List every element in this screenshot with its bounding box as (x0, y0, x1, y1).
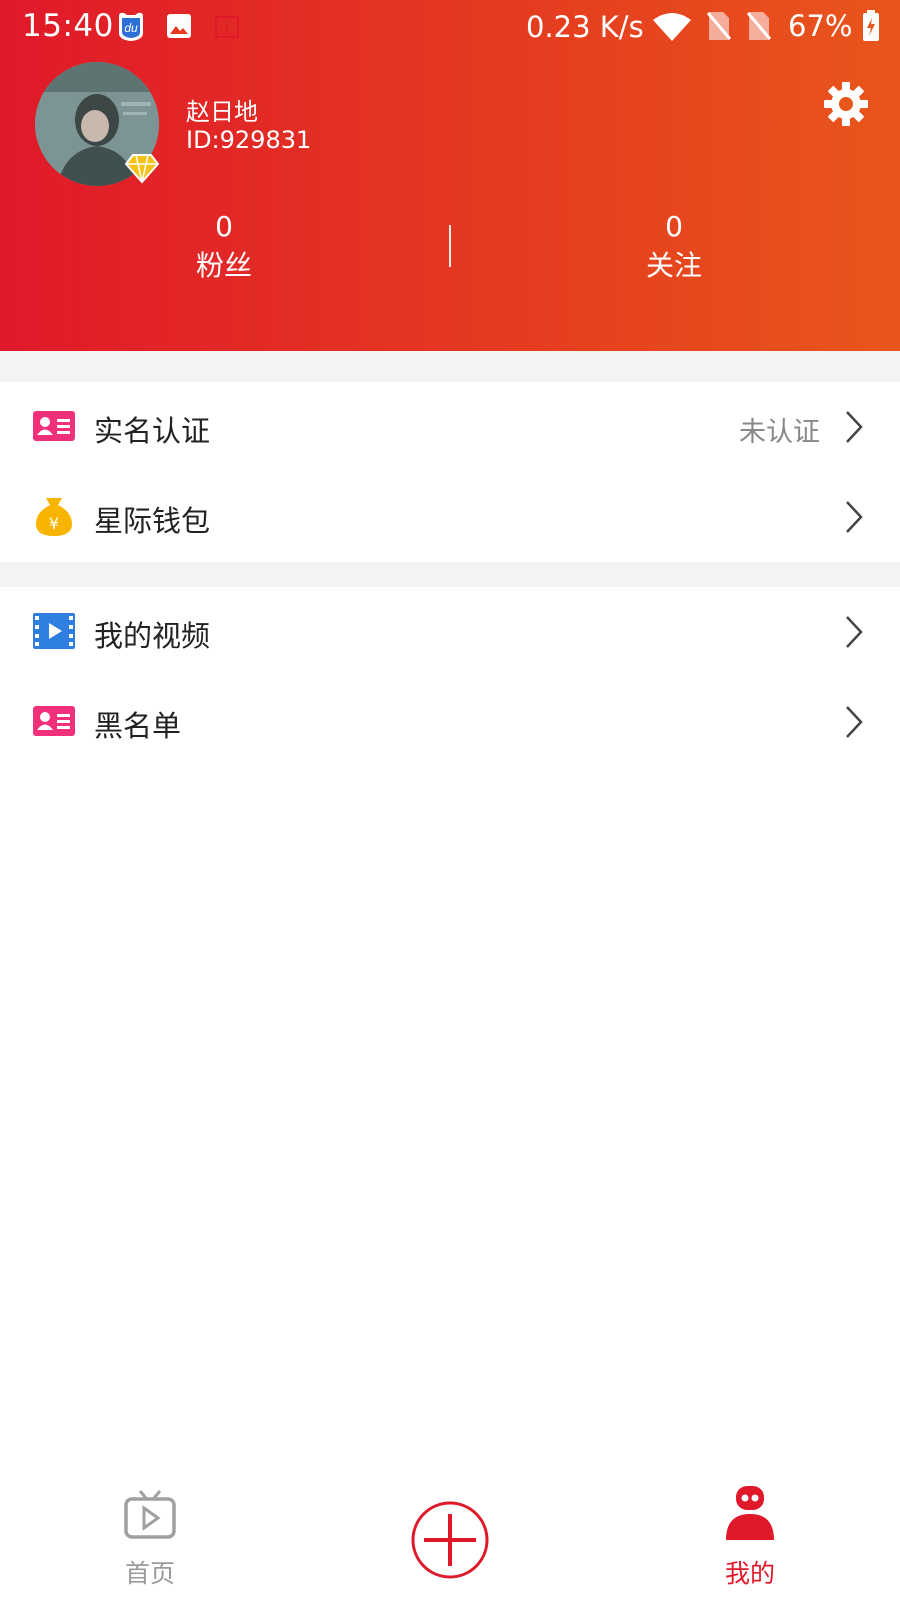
svg-text:¥: ¥ (49, 514, 59, 533)
chevron-right-icon (844, 705, 864, 739)
tab-mine[interactable]: 我的 (670, 1480, 830, 1600)
money-bag-icon: ¥ (32, 494, 76, 538)
no-sim-icon-2 (746, 11, 772, 45)
vip-diamond-icon (124, 152, 160, 188)
tab-mine-label: 我的 (724, 1559, 775, 1588)
fans-count: 0 (215, 210, 233, 243)
baidu-app-icon: du (114, 9, 148, 47)
tab-home-label: 首页 (124, 1559, 175, 1588)
tv-play-icon (122, 1488, 178, 1548)
user-id: ID:929831 (186, 126, 312, 154)
following-count: 0 (665, 210, 683, 243)
verification-status: 未认证 (739, 417, 820, 448)
network-speed: 0.23 K/s (526, 10, 644, 44)
robot-icon (722, 1484, 778, 1548)
chevron-right-icon (844, 500, 864, 534)
video-icon (32, 609, 76, 653)
section-gap-2 (0, 562, 900, 587)
status-time: 15:40 (22, 8, 114, 44)
menu-label: 星际钱包 (94, 504, 211, 538)
chevron-right-icon (844, 615, 864, 649)
add-plus-button[interactable] (410, 1500, 490, 1580)
menu-label: 实名认证 (94, 414, 211, 448)
svg-text:du: du (124, 21, 138, 35)
id-card-icon (32, 699, 76, 743)
menu-item-my-videos[interactable]: 我的视频 (0, 587, 900, 677)
status-bar: 15:40 du 1 0.23 K/s 67% (0, 0, 900, 56)
menu-item-wallet[interactable]: ¥ 星际钱包 (0, 472, 900, 562)
username: 赵日地 (186, 98, 258, 126)
tab-home[interactable]: 首页 (70, 1480, 230, 1600)
chevron-right-icon (844, 410, 864, 444)
battery-charging-icon (862, 10, 880, 46)
no-sim-icon (706, 11, 732, 45)
following-label: 关注 (645, 249, 702, 282)
section-gap-1 (0, 351, 900, 382)
settings-gear-icon[interactable] (822, 80, 870, 128)
stat-divider (449, 225, 451, 267)
id-card-icon (32, 404, 76, 448)
menu-label: 黑名单 (94, 709, 182, 743)
stat-following[interactable]: 0 关注 (574, 208, 774, 286)
battery-percent: 67% (788, 9, 853, 43)
gallery-icon (166, 13, 192, 43)
menu-item-real-name[interactable]: 实名认证 未认证 (0, 382, 900, 472)
bottom-nav: 首页 我的 (0, 1480, 900, 1600)
svg-text:1: 1 (223, 22, 230, 37)
profile-header: 15:40 du 1 0.23 K/s 67% 赵日地 ID:929831 0 … (0, 0, 900, 351)
calendar-notification-icon: 1 (214, 13, 240, 43)
menu-label: 我的视频 (94, 619, 211, 653)
wifi-icon (652, 12, 692, 46)
fans-label: 粉丝 (195, 249, 252, 282)
menu-item-blacklist[interactable]: 黑名单 (0, 677, 900, 767)
stat-fans[interactable]: 0 粉丝 (124, 208, 324, 286)
